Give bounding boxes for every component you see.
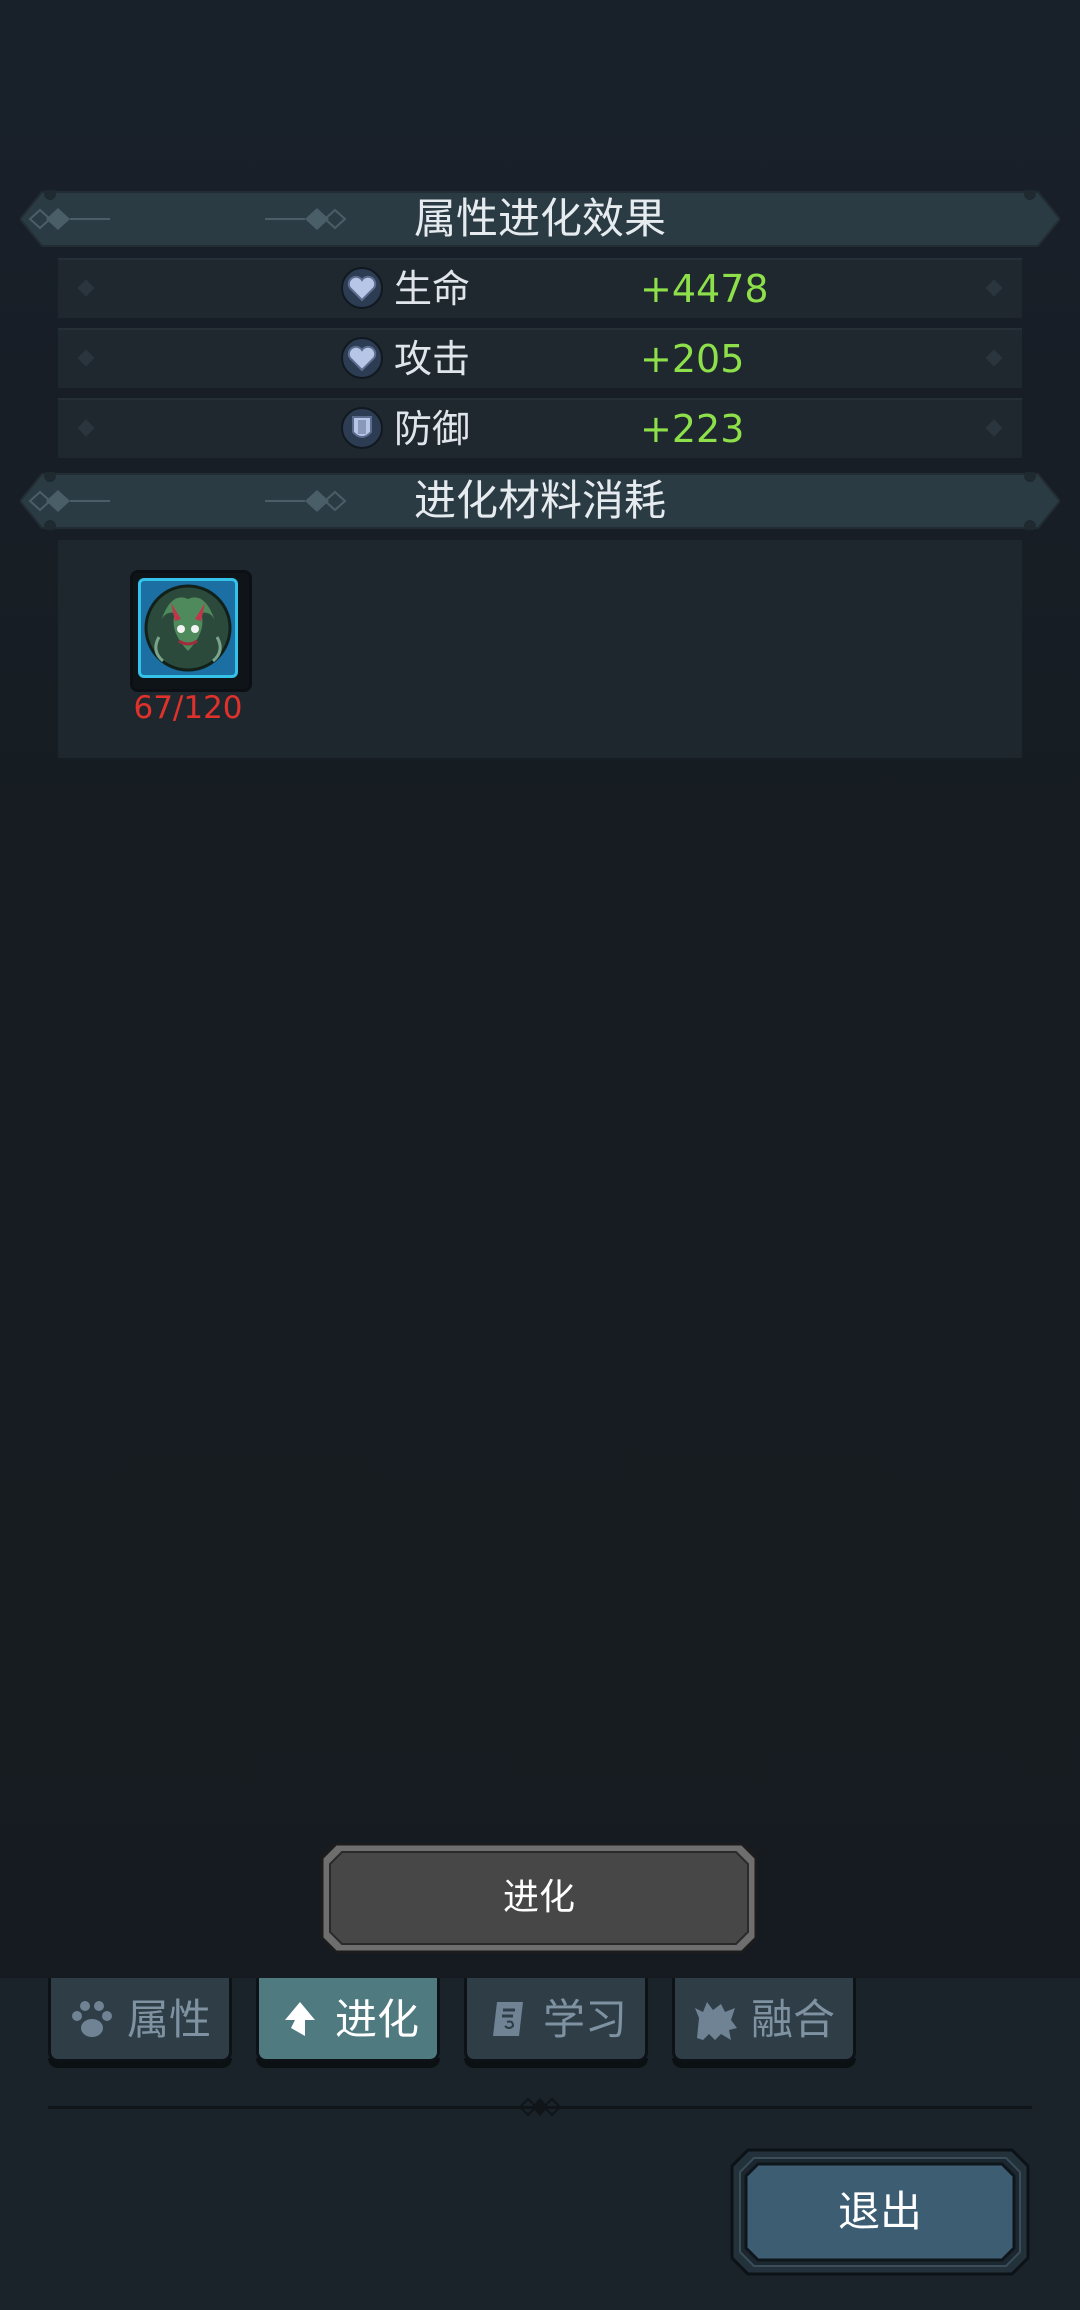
heart-shield-icon bbox=[341, 267, 383, 309]
evolution-screen: 属性进化效果 生命 +4478 攻击 +205 防御 +223 进化材料消耗 6… bbox=[0, 0, 1080, 2310]
stat-row-hp: 生命 +4478 bbox=[58, 258, 1022, 318]
monster-icon bbox=[695, 2002, 737, 2040]
book-icon bbox=[493, 2002, 523, 2036]
material-count: 67/120 bbox=[133, 690, 243, 726]
tab-label: 进化 bbox=[335, 1995, 420, 2044]
exit-button[interactable]: 退出 bbox=[730, 2148, 1030, 2276]
row-ornament bbox=[985, 279, 1003, 297]
stat-label: 生命 bbox=[394, 267, 471, 311]
row-ornament bbox=[77, 279, 95, 297]
row-ornament bbox=[77, 349, 95, 367]
stat-label: 攻击 bbox=[394, 337, 471, 381]
row-ornament bbox=[77, 419, 95, 437]
stat-value: +223 bbox=[640, 407, 745, 451]
tab-label: 学习 bbox=[543, 1995, 628, 2044]
material-section-header: 进化材料消耗 bbox=[20, 472, 1060, 530]
tab-label: 属性 bbox=[127, 1995, 212, 2044]
tab-evolve[interactable]: 进化 bbox=[256, 1978, 440, 2068]
divider-ornament-icon bbox=[518, 2097, 562, 2117]
stat-row-defense: 防御 +223 bbox=[58, 398, 1022, 458]
heart-shield-icon bbox=[341, 337, 383, 379]
exit-button-label: 退出 bbox=[837, 2187, 922, 2236]
tab-learn[interactable]: 学习 bbox=[464, 1978, 648, 2068]
row-ornament bbox=[985, 349, 1003, 367]
stat-value: +4478 bbox=[640, 267, 769, 311]
arrow-up-icon bbox=[285, 2002, 315, 2036]
tab-attributes[interactable]: 属性 bbox=[48, 1978, 232, 2068]
shield-icon bbox=[341, 407, 383, 449]
tab-label: 融合 bbox=[751, 1995, 836, 2044]
material-panel: 67/120 bbox=[58, 540, 1022, 758]
material-item-slot[interactable] bbox=[130, 570, 252, 692]
tab-fusion[interactable]: 融合 bbox=[672, 1978, 856, 2068]
creature-portrait-icon bbox=[144, 584, 232, 672]
effect-section-title: 属性进化效果 bbox=[413, 194, 666, 243]
evolve-button[interactable]: 进化 bbox=[320, 1842, 758, 1954]
stat-row-attack: 攻击 +205 bbox=[58, 328, 1022, 388]
paw-icon bbox=[72, 2001, 112, 2037]
evolve-button-label: 进化 bbox=[502, 1877, 575, 1918]
stat-label: 防御 bbox=[394, 407, 471, 451]
stat-value: +205 bbox=[640, 337, 745, 381]
effect-section-header: 属性进化效果 bbox=[20, 190, 1060, 248]
row-ornament bbox=[985, 419, 1003, 437]
material-section-title: 进化材料消耗 bbox=[413, 476, 666, 525]
